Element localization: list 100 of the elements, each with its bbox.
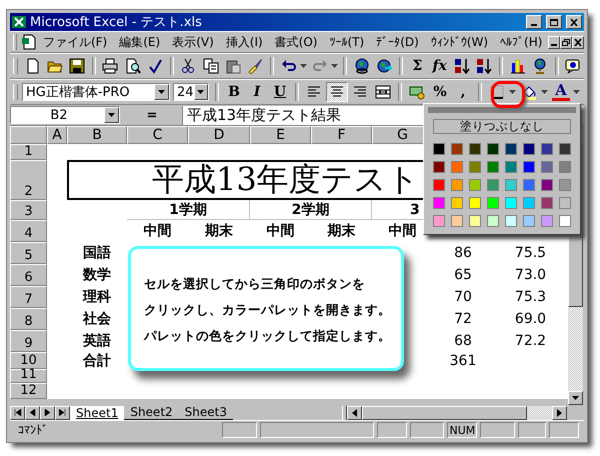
close-icon[interactable] bbox=[574, 38, 582, 46]
document-icon[interactable] bbox=[24, 58, 41, 74]
sheet-tab[interactable]: Sheet3 bbox=[178, 405, 233, 420]
color-swatch[interactable] bbox=[505, 143, 517, 155]
column-header[interactable]: D bbox=[188, 126, 250, 144]
color-swatch[interactable] bbox=[541, 161, 553, 173]
color-swatch[interactable] bbox=[451, 161, 463, 173]
copy-icon[interactable] bbox=[202, 58, 219, 74]
magnifier-page-icon[interactable] bbox=[124, 58, 141, 74]
color-swatch[interactable] bbox=[559, 197, 571, 209]
color-swatch[interactable] bbox=[433, 197, 445, 209]
italic-button[interactable]: I bbox=[246, 82, 268, 102]
column-header[interactable]: E bbox=[250, 126, 311, 144]
printer-icon[interactable] bbox=[102, 58, 118, 74]
restore-button[interactable] bbox=[560, 36, 572, 48]
sheet-tab[interactable]: Sheet1 bbox=[70, 406, 124, 420]
dropdown-button[interactable] bbox=[104, 107, 119, 123]
maximize-button[interactable] bbox=[546, 15, 562, 29]
caret-icon[interactable] bbox=[573, 90, 580, 94]
undo-arrow-icon[interactable] bbox=[280, 58, 297, 74]
color-swatch[interactable] bbox=[469, 215, 481, 227]
column-header[interactable]: B bbox=[67, 126, 127, 144]
color-swatch[interactable] bbox=[523, 197, 535, 209]
menu-item[interactable]: ｳｨﾝﾄﾞｳ(W) bbox=[424, 35, 494, 49]
spellcheck-icon[interactable] bbox=[147, 58, 164, 74]
split-handle[interactable] bbox=[342, 406, 347, 420]
caret-icon[interactable] bbox=[158, 90, 165, 94]
color-swatch[interactable] bbox=[487, 143, 499, 155]
function-button[interactable]: fx bbox=[429, 56, 450, 76]
color-swatch[interactable] bbox=[433, 215, 445, 227]
restore-icon[interactable] bbox=[562, 38, 570, 46]
color-swatch[interactable] bbox=[451, 179, 463, 191]
dropdown-button[interactable] bbox=[154, 84, 169, 100]
scroll-down-button[interactable] bbox=[568, 391, 583, 405]
tab-scroll-button[interactable] bbox=[55, 406, 70, 420]
color-swatch[interactable] bbox=[523, 179, 535, 191]
globe-stand-icon[interactable] bbox=[532, 58, 548, 74]
sheet-tab[interactable]: Sheet2 bbox=[124, 405, 179, 420]
first-arrow-icon[interactable] bbox=[14, 409, 22, 416]
color-swatch[interactable] bbox=[487, 197, 499, 209]
menu-item[interactable]: 書式(O) bbox=[268, 34, 324, 50]
border-icon[interactable] bbox=[489, 84, 505, 100]
left-arrow-icon[interactable] bbox=[352, 408, 357, 416]
color-swatch[interactable] bbox=[559, 161, 571, 173]
scissors-icon[interactable] bbox=[180, 58, 196, 74]
color-swatch[interactable] bbox=[487, 179, 499, 191]
last-arrow-icon[interactable] bbox=[58, 409, 66, 416]
color-swatch[interactable] bbox=[541, 197, 553, 209]
column-header[interactable]: A bbox=[47, 126, 67, 144]
menu-item[interactable]: ファイル(F) bbox=[36, 34, 114, 50]
sort-descending-icon[interactable] bbox=[476, 58, 492, 74]
caret-icon[interactable] bbox=[108, 113, 115, 117]
globe-arrows-icon[interactable] bbox=[376, 58, 392, 74]
row-header[interactable]: 7 bbox=[10, 286, 47, 308]
row-header[interactable]: 6 bbox=[10, 264, 47, 286]
caret-icon[interactable] bbox=[541, 90, 548, 94]
color-swatch[interactable] bbox=[487, 215, 499, 227]
tab-scroll-button[interactable] bbox=[10, 406, 25, 420]
row-header[interactable]: 9 bbox=[10, 330, 47, 352]
close-icon[interactable] bbox=[570, 18, 578, 26]
color-swatch[interactable] bbox=[541, 179, 553, 191]
color-swatch[interactable] bbox=[541, 143, 553, 155]
caret-icon[interactable] bbox=[331, 64, 338, 68]
select-all-button[interactable] bbox=[10, 126, 47, 144]
color-swatch[interactable] bbox=[469, 179, 481, 191]
merge-center-icon[interactable] bbox=[375, 84, 391, 100]
row-header[interactable]: 12 bbox=[10, 383, 47, 399]
bold-button[interactable]: B bbox=[223, 82, 245, 102]
color-swatch[interactable] bbox=[451, 215, 463, 227]
tab-scroll-button[interactable] bbox=[25, 406, 40, 420]
column-header[interactable]: F bbox=[311, 126, 372, 144]
color-swatch[interactable] bbox=[469, 161, 481, 173]
color-swatch[interactable] bbox=[451, 197, 463, 209]
row-header[interactable]: 10 bbox=[10, 352, 47, 369]
column-header[interactable]: C bbox=[127, 126, 188, 144]
close-button[interactable] bbox=[566, 15, 582, 29]
percent-button[interactable]: % bbox=[429, 82, 451, 102]
caret-icon[interactable] bbox=[509, 90, 516, 94]
font-field[interactable]: HG正楷書体-PRO bbox=[22, 83, 170, 101]
prev-arrow-icon[interactable] bbox=[28, 409, 36, 416]
menu-item[interactable]: 表示(V) bbox=[166, 34, 220, 50]
minimize-button[interactable] bbox=[526, 15, 542, 29]
row-header[interactable]: 11 bbox=[10, 369, 47, 383]
scroll-thumb[interactable] bbox=[362, 406, 527, 420]
color-swatch[interactable] bbox=[523, 143, 535, 155]
menu-item[interactable]: ﾃﾞｰﾀ(D) bbox=[370, 35, 425, 49]
color-swatch[interactable] bbox=[523, 215, 535, 227]
sort-ascending-icon[interactable] bbox=[454, 58, 470, 74]
color-swatch[interactable] bbox=[469, 197, 481, 209]
down-arrow-icon[interactable] bbox=[572, 396, 579, 400]
minimize-button[interactable] bbox=[548, 36, 560, 48]
next-arrow-icon[interactable] bbox=[44, 409, 52, 416]
menu-item[interactable]: 編集(E) bbox=[113, 34, 166, 50]
row-header[interactable]: 2 bbox=[10, 160, 47, 200]
color-swatch[interactable] bbox=[487, 161, 499, 173]
color-swatch[interactable] bbox=[433, 179, 445, 191]
menu-item[interactable]: 挿入(I) bbox=[220, 34, 269, 50]
color-swatch[interactable] bbox=[505, 215, 517, 227]
caret-icon[interactable] bbox=[300, 64, 308, 68]
name-box[interactable]: B2 bbox=[10, 106, 120, 124]
